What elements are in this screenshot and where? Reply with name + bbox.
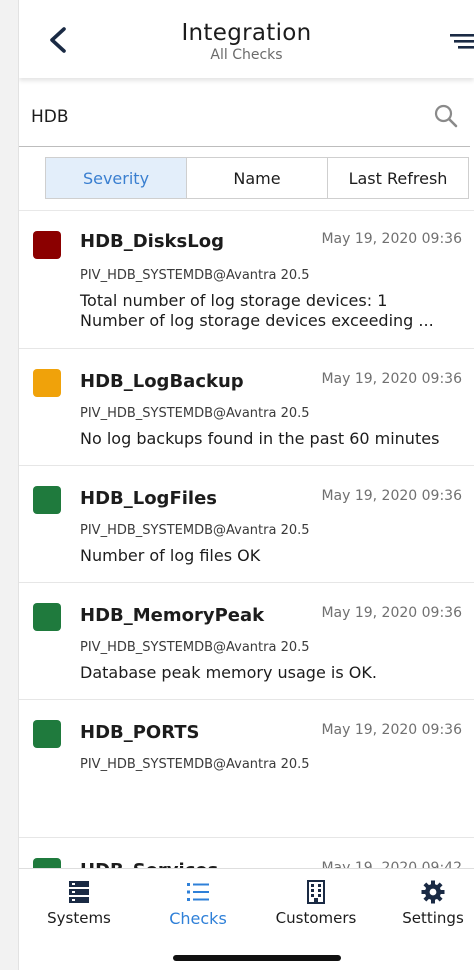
list-item[interactable]: HDB_PORTS May 19, 2020 09:36 PIV_HDB_SYS… xyxy=(19,700,474,838)
header-bar: Integration All Checks xyxy=(19,0,474,78)
check-name: HDB_LogBackup xyxy=(80,371,244,392)
list-item[interactable]: HDB_LogFiles May 19, 2020 09:36 PIV_HDB_… xyxy=(19,466,474,583)
server-icon xyxy=(69,881,89,903)
severity-indicator xyxy=(33,603,61,631)
check-message: Number of log files OK xyxy=(80,546,261,565)
check-message: Database peak memory usage is OK. xyxy=(80,663,377,682)
window-edge xyxy=(0,0,19,970)
building-icon xyxy=(307,880,325,904)
check-source: PIV_HDB_SYSTEMDB@Avantra 20.5 xyxy=(80,757,310,772)
gear-icon xyxy=(421,880,445,904)
tab-last-refresh[interactable]: Last Refresh xyxy=(327,158,468,198)
severity-indicator xyxy=(33,369,61,397)
checks-list: HDB_DisksLog May 19, 2020 09:36 PIV_HDB_… xyxy=(19,210,474,869)
list-icon xyxy=(187,883,209,901)
nav-label: Systems xyxy=(47,909,111,927)
nav-customers[interactable]: Customers xyxy=(266,879,366,927)
sort-segmented-control: Severity Name Last Refresh xyxy=(45,157,469,199)
page-subtitle: All Checks xyxy=(210,47,283,63)
nav-label: Checks xyxy=(169,909,227,928)
check-source: PIV_HDB_SYSTEMDB@Avantra 20.5 xyxy=(80,640,310,655)
check-source: PIV_HDB_SYSTEMDB@Avantra 20.5 xyxy=(80,268,310,283)
nav-checks[interactable]: Checks xyxy=(148,879,248,928)
nav-label: Settings xyxy=(402,909,464,927)
search-icon[interactable] xyxy=(432,102,460,130)
check-date: May 19, 2020 09:36 xyxy=(321,722,462,738)
check-date: May 19, 2020 09:36 xyxy=(321,488,462,504)
list-item[interactable]: HDB_Services May 19, 2020 09:42 xyxy=(19,838,474,869)
check-date: May 19, 2020 09:36 xyxy=(321,605,462,621)
severity-indicator xyxy=(33,486,61,514)
list-item[interactable]: HDB_MemoryPeak May 19, 2020 09:36 PIV_HD… xyxy=(19,583,474,700)
list-item[interactable]: HDB_LogBackup May 19, 2020 09:36 PIV_HDB… xyxy=(19,349,474,466)
filter-icon[interactable] xyxy=(446,26,474,54)
nav-label: Customers xyxy=(275,909,357,927)
severity-indicator xyxy=(33,231,61,259)
page-title: Integration xyxy=(181,20,312,46)
check-source: PIV_HDB_SYSTEMDB@Avantra 20.5 xyxy=(80,523,310,538)
app-screen: Integration All Checks Severity Name Las… xyxy=(19,0,474,970)
check-message-line2: Number of log storage devices exceeding … xyxy=(80,311,434,330)
severity-indicator xyxy=(33,720,61,748)
check-date: May 19, 2020 09:36 xyxy=(321,231,462,247)
check-name: HDB_PORTS xyxy=(80,722,200,743)
home-indicator xyxy=(173,955,341,961)
check-source: PIV_HDB_SYSTEMDB@Avantra 20.5 xyxy=(80,406,310,421)
list-item[interactable]: HDB_DisksLog May 19, 2020 09:36 PIV_HDB_… xyxy=(19,211,474,349)
check-name: HDB_LogFiles xyxy=(80,488,218,509)
search-input[interactable] xyxy=(31,102,411,132)
search-bar xyxy=(19,96,470,147)
check-message: Total number of log storage devices: 1 xyxy=(80,291,388,310)
tab-severity[interactable]: Severity xyxy=(46,158,186,198)
tab-name[interactable]: Name xyxy=(186,158,327,198)
check-message: No log backups found in the past 60 minu… xyxy=(80,429,440,448)
check-date: May 19, 2020 09:36 xyxy=(321,371,462,387)
nav-settings[interactable]: Settings xyxy=(383,879,474,927)
title-block: Integration All Checks xyxy=(19,19,474,63)
check-name: HDB_DisksLog xyxy=(80,231,224,252)
check-name: HDB_MemoryPeak xyxy=(80,605,265,626)
nav-systems[interactable]: Systems xyxy=(29,879,129,927)
bottom-tab-bar: Systems Checks Customers Settings xyxy=(19,868,474,970)
